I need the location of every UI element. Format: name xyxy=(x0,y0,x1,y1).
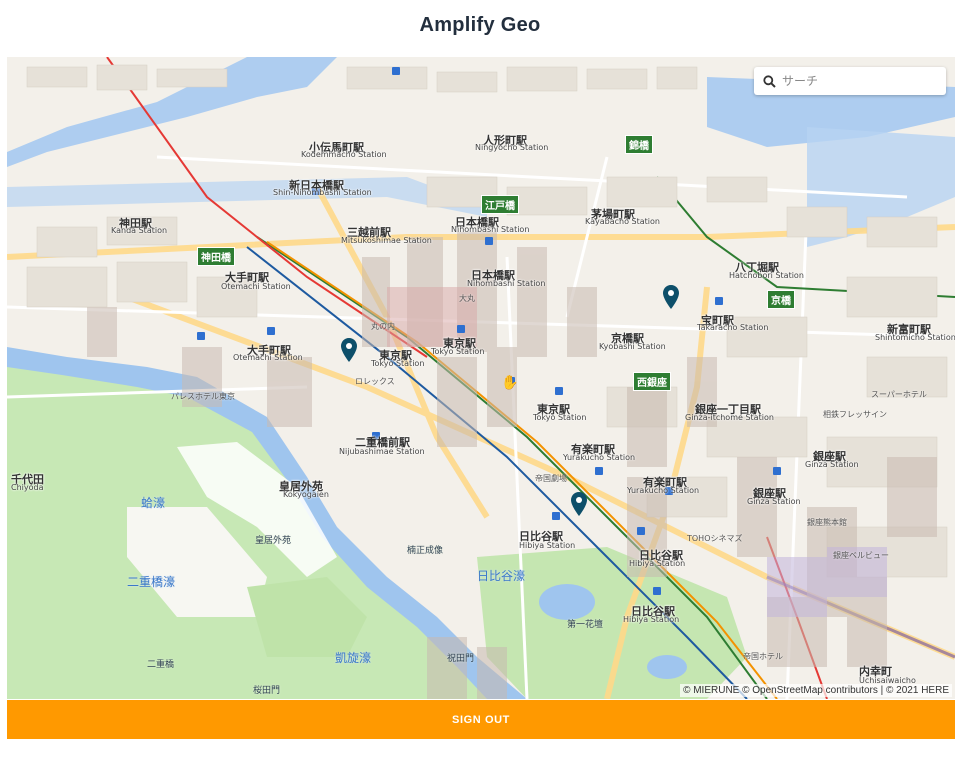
map-label: Ningyocho Station xyxy=(475,143,549,152)
grab-cursor-icon: ✋ xyxy=(501,374,519,390)
map-place-label: 相鉄フレッサイン xyxy=(823,410,887,419)
map-place-label: 大丸 xyxy=(459,294,475,303)
search-input[interactable] xyxy=(782,74,932,88)
map-place-label: ロレックス xyxy=(355,377,395,386)
map-label: Kyobashi Station xyxy=(599,342,666,351)
map-label: Otemachi Station xyxy=(221,282,291,291)
map-bridge-badge: 錦橋 xyxy=(625,135,653,154)
map-label: Hibiya Station xyxy=(629,559,686,568)
map-label: Kodemmacho Station xyxy=(301,150,387,159)
map-marker-pin[interactable] xyxy=(662,284,680,310)
map-water-label: 二重橋濠 xyxy=(127,575,176,589)
map-label: Ginza Station xyxy=(747,497,801,506)
map-label: Takaracho Station xyxy=(697,323,769,332)
map-label: Shintomicho Station xyxy=(875,333,955,342)
map-place-label: 丸の内 xyxy=(371,322,395,331)
map-place-label: TOHOシネマズ xyxy=(687,534,743,543)
map-label: Nihombashi Station xyxy=(467,279,546,288)
map-label: Ginza-itchome Station xyxy=(685,413,774,422)
map-label: Nijubashimae Station xyxy=(339,447,425,456)
map-place-label: 銀座熊本館 xyxy=(807,518,847,527)
search-box[interactable] xyxy=(754,67,946,95)
map-label: Yurakucho Station xyxy=(627,486,700,495)
map-marker-pin[interactable] xyxy=(340,337,358,363)
map-label: Hatchobori Station xyxy=(729,271,804,280)
map-label: Kanda Station xyxy=(111,226,168,235)
map-canvas[interactable]: 大手町駅 Otemachi Station 大手町駅 Otemachi Stat… xyxy=(7,57,955,699)
map-water-label: 凱旋濠 xyxy=(335,651,372,665)
map-place-label: 二重橋 xyxy=(147,660,175,670)
map-bridge-badge: 江戸橋 xyxy=(481,195,519,214)
map-place-label: 帝国ホテル xyxy=(743,652,783,661)
map-label: Chiyoda xyxy=(11,483,44,492)
map-bridge-badge: 京橋 xyxy=(767,290,795,309)
sign-out-button[interactable]: SIGN OUT xyxy=(7,700,955,739)
map-place-label: 第一花壇 xyxy=(567,620,604,630)
map-attribution[interactable]: © MIERUNE © OpenStreetMap contributors |… xyxy=(680,684,952,697)
map-label: Shin-Nihombashi Station xyxy=(273,188,372,197)
map-bridge-badge: 神田橋 xyxy=(197,247,235,266)
map-label: Mitsukoshimae Station xyxy=(341,236,432,245)
map-label: Nihombashi Station xyxy=(451,225,530,234)
map-label: Kokyogaien xyxy=(283,490,329,499)
map-bridge-badge: 西銀座 xyxy=(633,372,671,391)
map-place-label: パレスホテル東京 xyxy=(171,392,235,401)
map-label: Kayabacho Station xyxy=(585,217,660,226)
map-label: Tokyo Station xyxy=(371,359,425,368)
map-label: Yurakucho Station xyxy=(563,453,636,462)
map-place-label: 楠正成像 xyxy=(407,546,444,556)
search-icon xyxy=(763,74,776,88)
map-label: Tokyo Station xyxy=(431,347,485,356)
map-place-label: 桜田門 xyxy=(253,686,281,696)
map-label: Hibiya Station xyxy=(623,615,680,624)
map-marker-pin[interactable] xyxy=(570,491,588,517)
map-label: Ginza Station xyxy=(805,460,859,469)
map-place-label: 銀座ベルビュー xyxy=(833,551,889,560)
map-label: Tokyo Station xyxy=(533,413,587,422)
map-water-label: 蛤濠 xyxy=(141,496,166,510)
app-title: Amplify Geo xyxy=(419,14,541,36)
map-place-label: 祝田門 xyxy=(447,654,475,664)
map-label: Otemachi Station xyxy=(233,353,303,362)
map-place-label: スーパーホテル xyxy=(871,390,927,399)
map-place-label: 皇居外苑 xyxy=(255,536,292,546)
map-place-label: 帝国劇場 xyxy=(535,474,567,483)
map-water-label: 日比谷濠 xyxy=(477,569,526,583)
map-basemap xyxy=(7,57,955,699)
map-label: Hibiya Station xyxy=(519,541,576,550)
